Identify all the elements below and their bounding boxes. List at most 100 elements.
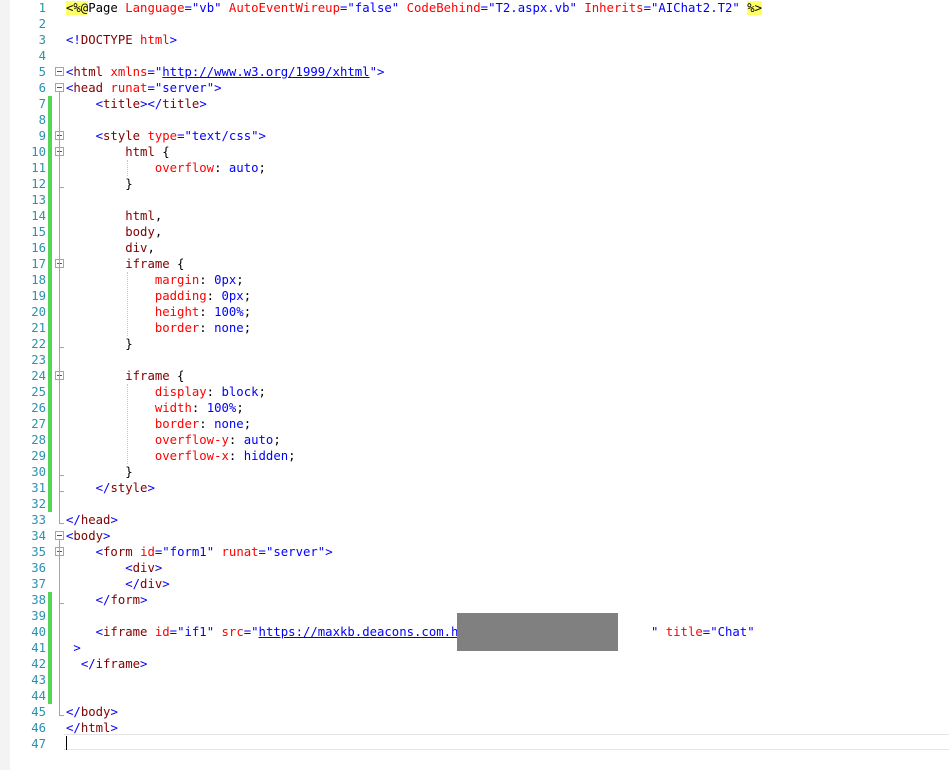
code-line[interactable]: 27 border: none; xyxy=(0,416,949,432)
line-number: 11 xyxy=(31,161,46,175)
line-text: </head> xyxy=(66,512,118,528)
code-line[interactable]: 28 overflow-y: auto; xyxy=(0,432,949,448)
code-line[interactable]: 24 iframe { xyxy=(0,368,949,384)
code-token: CodeBehind xyxy=(406,1,481,15)
code-token: { xyxy=(169,369,185,383)
code-token: : xyxy=(199,273,215,287)
code-token: form xyxy=(103,545,133,559)
code-token: = xyxy=(480,1,489,15)
code-line[interactable]: 20 height: 100%; xyxy=(0,304,949,320)
code-line[interactable]: 35 <form id="form1" runat="server"> xyxy=(0,544,949,560)
line-number: 18 xyxy=(31,273,46,287)
collapse-toggle-icon[interactable] xyxy=(55,67,64,76)
change-marker xyxy=(48,96,52,112)
line-number: 9 xyxy=(38,129,46,143)
code-line[interactable]: 30 } xyxy=(0,464,949,480)
code-token: "false" xyxy=(347,1,400,15)
line-number: 10 xyxy=(31,145,46,159)
code-line[interactable]: 44 xyxy=(0,688,949,704)
line-text: body, xyxy=(66,224,162,240)
code-line[interactable]: 11 overflow: auto; xyxy=(0,160,949,176)
code-token: runat xyxy=(221,545,259,559)
line-text: iframe { xyxy=(66,256,184,272)
code-token: = xyxy=(177,129,185,143)
code-token: "server" xyxy=(265,545,326,559)
line-number: 39 xyxy=(31,609,46,623)
code-line[interactable]: 33 </head> xyxy=(0,512,949,528)
line-text: overflow-y: auto; xyxy=(66,432,281,448)
code-token: : xyxy=(214,161,229,175)
change-marker xyxy=(48,288,52,304)
change-marker xyxy=(48,272,52,288)
code-token: auto xyxy=(243,433,274,447)
line-text: } xyxy=(66,464,132,480)
code-line[interactable]: 23 xyxy=(0,352,949,368)
line-number: 34 xyxy=(31,529,46,543)
code-line[interactable]: 6 <head runat="server"> xyxy=(0,80,949,96)
code-token: body xyxy=(80,705,111,719)
code-line[interactable]: 4 xyxy=(0,48,949,64)
code-line[interactable]: 12 } xyxy=(0,176,949,192)
line-number: 44 xyxy=(31,689,46,703)
redaction-box xyxy=(457,613,618,651)
code-line[interactable]: 5 <html xmlns="http://www.w3.org/1999/xht… xyxy=(0,64,949,80)
code-editor[interactable]: 1 <%@Page Language="vb" AutoEventWireup="… xyxy=(0,0,949,770)
code-token: ; xyxy=(243,321,252,335)
code-line[interactable]: 38 </form> xyxy=(0,592,949,608)
code-line[interactable]: 17 iframe { xyxy=(0,256,949,272)
code-line[interactable]: 16 div, xyxy=(0,240,949,256)
code-line[interactable]: 36 <div> xyxy=(0,560,949,576)
code-line[interactable]: 29 overflow-x: hidden; xyxy=(0,448,949,464)
code-line[interactable]: 9 <style type="text/css"> xyxy=(0,128,949,144)
code-token: iframe xyxy=(95,657,141,671)
line-number: 37 xyxy=(31,577,46,591)
code-line[interactable]: 34 <body> xyxy=(0,528,949,544)
line-text: overflow-x: hidden; xyxy=(66,448,296,464)
change-marker xyxy=(48,144,52,160)
code-line[interactable]: 26 width: 100%; xyxy=(0,400,949,416)
line-text: </body> xyxy=(66,704,118,720)
code-line[interactable]: 43 xyxy=(0,672,949,688)
fold-outline-end xyxy=(59,491,64,492)
code-token: src xyxy=(221,625,244,639)
code-line[interactable]: 15 body, xyxy=(0,224,949,240)
code-line[interactable]: 37 </div> xyxy=(0,576,949,592)
code-line[interactable]: 42 </iframe> xyxy=(0,656,949,672)
code-token: ; xyxy=(236,401,244,415)
code-line[interactable]: 2 xyxy=(0,16,949,32)
code-line[interactable]: 31 </style> xyxy=(0,480,949,496)
code-token: overflow-x xyxy=(154,449,229,463)
code-line[interactable]: 25 display: block; xyxy=(0,384,949,400)
code-line[interactable]: 32 xyxy=(0,496,949,512)
line-number: 20 xyxy=(31,305,46,319)
line-number: 35 xyxy=(31,545,46,559)
code-line[interactable]: 13 xyxy=(0,192,949,208)
code-line[interactable]: 1 <%@Page Language="vb" AutoEventWireup="… xyxy=(0,0,949,16)
code-line[interactable]: 45 </body> xyxy=(0,704,949,720)
code-line[interactable]: 22 } xyxy=(0,336,949,352)
line-number: 7 xyxy=(38,97,46,111)
code-line[interactable]: 19 padding: 0px; xyxy=(0,288,949,304)
code-line[interactable]: 18 margin: 0px; xyxy=(0,272,949,288)
line-text: border: none; xyxy=(66,416,251,432)
line-text: </iframe> xyxy=(66,656,148,672)
code-token: = xyxy=(169,625,178,639)
code-token: DOCTYPE xyxy=(80,33,133,47)
fold-outline-end xyxy=(59,523,64,524)
code-line[interactable]: 14 html, xyxy=(0,208,949,224)
code-line[interactable]: 7 <title></title> xyxy=(0,96,949,112)
code-token: > xyxy=(140,657,148,671)
line-text: margin: 0px; xyxy=(66,272,244,288)
change-marker xyxy=(48,352,52,368)
line-number: 28 xyxy=(31,433,46,447)
code-line[interactable]: 10 html { xyxy=(0,144,949,160)
code-line[interactable]: 8 xyxy=(0,112,949,128)
fold-outline-end xyxy=(59,187,64,188)
code-line[interactable]: 21 border: none; xyxy=(0,320,949,336)
line-text: } xyxy=(66,336,132,352)
code-line[interactable]: 3 <!DOCTYPE html> xyxy=(0,32,949,48)
